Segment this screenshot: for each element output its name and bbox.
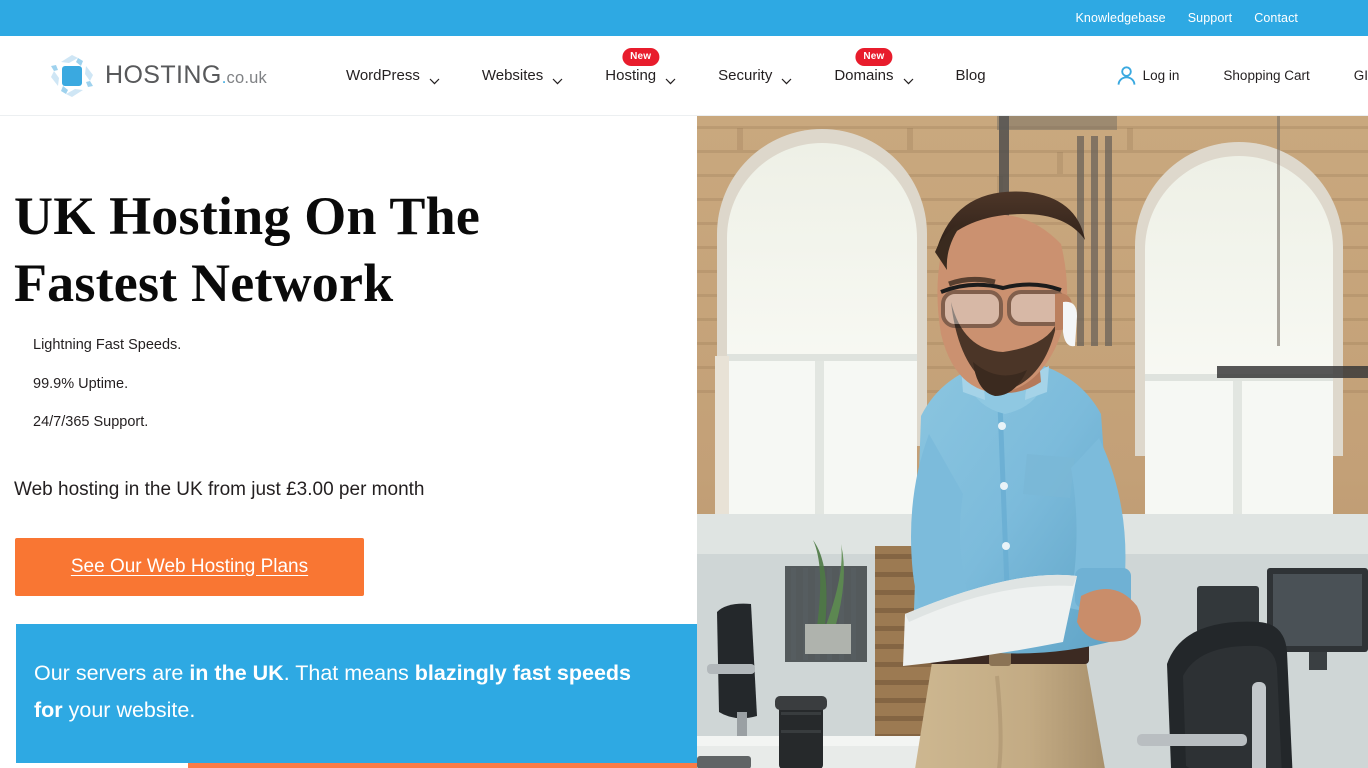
hero-section: UK Hosting On The Fastest Network Lightn… <box>0 116 1368 768</box>
top-utility-bar: Knowledgebase Support Contact <box>0 0 1368 36</box>
page-title-line1: UK Hosting On The <box>14 186 481 246</box>
site-header: HOSTING.co.uk WordPress Websites New Hos… <box>0 36 1368 116</box>
chevron-down-icon <box>429 72 440 85</box>
nav-label-domains: Domains <box>834 67 894 84</box>
hosting-logo-icon <box>48 53 96 99</box>
hero-content-column: UK Hosting On The Fastest Network Lightn… <box>0 116 698 768</box>
site-logo[interactable]: HOSTING.co.uk <box>48 53 267 99</box>
nav-label-websites: Websites <box>481 67 544 84</box>
login-label: Log in <box>1142 68 1180 83</box>
logo-wordmark: HOSTING.co.uk <box>105 61 267 89</box>
chevron-down-icon <box>552 72 563 85</box>
page-title-line2: Fastest Network <box>14 253 394 313</box>
nav-item-websites[interactable]: Websites <box>461 36 584 116</box>
promo-part1: Our servers are <box>34 661 190 685</box>
nav-label-blog: Blog <box>955 67 986 84</box>
language-selector[interactable]: GI <box>1332 68 1368 83</box>
price-line: Web hosting in the UK from just £3.00 pe… <box>14 479 425 500</box>
chevron-down-icon <box>903 72 914 85</box>
login-link[interactable]: Log in <box>1095 65 1202 86</box>
feature-item: 24/7/365 Support. <box>33 414 149 430</box>
feature-item: 99.9% Uptime. <box>33 375 129 392</box>
nav-item-hosting[interactable]: New Hosting <box>584 36 697 116</box>
hero-photo <box>697 116 1368 768</box>
nav-item-security[interactable]: Security <box>697 36 813 116</box>
promo-part2: . That means <box>283 661 415 685</box>
primary-navigation: WordPress Websites New Hosting Security <box>325 36 1007 116</box>
user-icon <box>1117 65 1136 86</box>
promo-banner: Our servers are in the UK. That means bl… <box>16 624 697 763</box>
topbar-link-contact[interactable]: Contact <box>1254 12 1298 25</box>
nav-item-blog[interactable]: Blog <box>935 36 1007 116</box>
shopping-cart-link[interactable]: Shopping Cart <box>1201 68 1331 83</box>
nav-item-domains[interactable]: New Domains <box>813 36 934 116</box>
topbar-link-support[interactable]: Support <box>1188 12 1232 25</box>
promo-text: Our servers are in the UK. That means bl… <box>34 655 661 729</box>
promo-bold1: in the UK <box>189 661 284 685</box>
new-badge: New <box>622 47 660 66</box>
see-plans-label: See Our Web Hosting Plans <box>70 556 309 577</box>
topbar-link-knowledgebase[interactable]: Knowledgebase <box>1075 12 1165 25</box>
nav-item-wordpress[interactable]: WordPress <box>325 36 461 116</box>
feature-list: Lightning Fast Speeds. 99.9% Uptime. 24/… <box>33 338 533 454</box>
feature-item: Lightning Fast Speeds. <box>33 337 182 353</box>
nav-label-hosting: Hosting <box>605 67 657 84</box>
chevron-down-icon <box>665 72 676 85</box>
see-plans-button[interactable]: See Our Web Hosting Plans <box>15 538 364 596</box>
chevron-down-icon <box>781 72 792 85</box>
orange-accent-strip <box>188 763 698 768</box>
promo-part3: your website. <box>62 698 196 722</box>
header-account-area: Log in Shopping Cart GI <box>1095 65 1368 86</box>
page-title: UK Hosting On The Fastest Network <box>14 183 654 317</box>
nav-label-security: Security <box>718 67 773 84</box>
nav-label-wordpress: WordPress <box>345 67 420 84</box>
new-badge: New <box>855 47 893 66</box>
